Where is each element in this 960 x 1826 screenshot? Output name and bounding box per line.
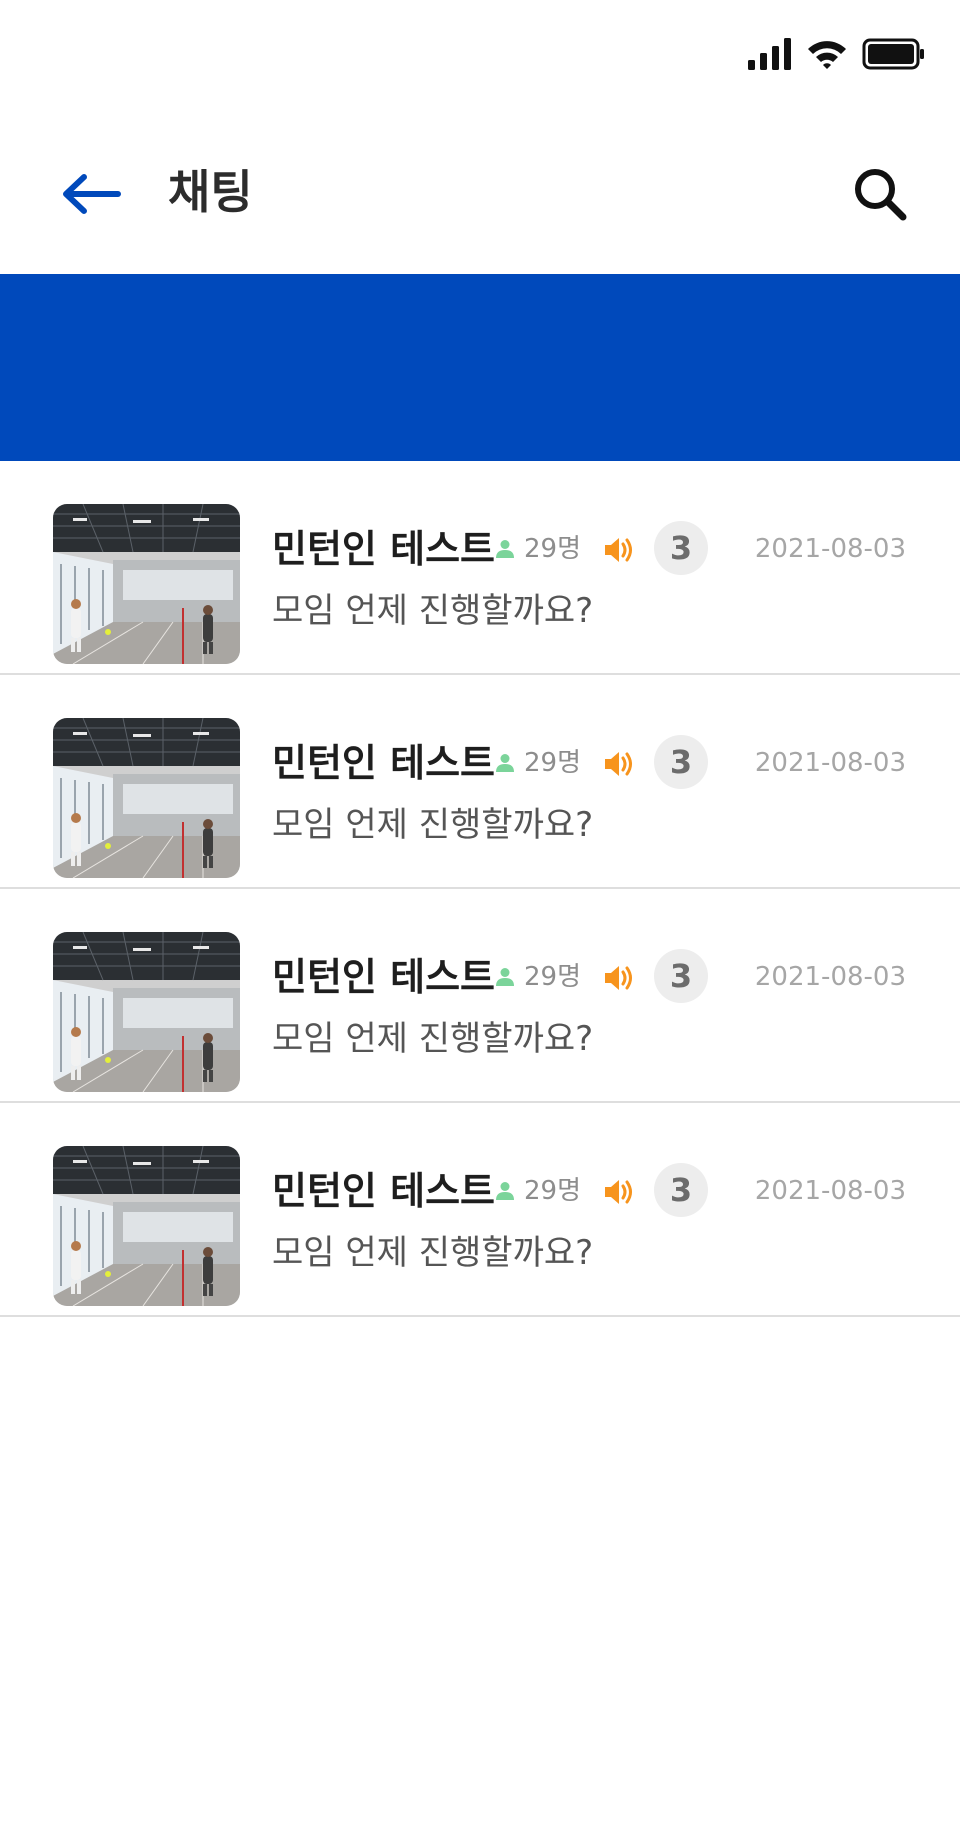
chat-room-item[interactable]: 민턴인 테스트 29명 3 2021-08-03 모임 언제 진행할까요? [0,1103,960,1317]
unread-badge: 3 [654,735,708,789]
member-info: 29명 [494,745,581,781]
back-button[interactable] [56,166,126,222]
member-info: 29명 [494,531,581,567]
room-name: 민턴인 테스트 [272,741,495,785]
room-thumbnail [53,932,240,1092]
search-icon [855,169,907,221]
room-thumbnail [53,504,240,664]
wifi-icon [808,41,846,69]
chat-date: 2021-08-03 [754,1176,906,1206]
banner [0,274,960,461]
unread-badge: 3 [654,1163,708,1217]
status-icons [748,38,926,70]
chat-room-item[interactable]: 민턴인 테스트 29명 3 2021-08-03 모임 언제 진행할까요? [0,889,960,1103]
chat-room-item[interactable]: 민턴인 테스트 29명 3 2021-08-03 모임 언제 진행할까요? [0,461,960,675]
speaker-icon [605,966,632,990]
unread-badge: 3 [654,949,708,1003]
battery-icon [862,38,924,70]
room-thumbnail [53,1146,240,1306]
person-icon [496,1182,514,1200]
last-message: 모임 언제 진행할까요? [272,591,594,631]
status-bar [0,0,960,112]
last-message: 모임 언제 진행할까요? [272,1019,594,1059]
chat-date: 2021-08-03 [754,962,906,992]
member-count: 29명 [524,962,582,992]
chat-list: 민턴인 테스트 29명 3 2021-08-03 모임 언제 진행할까요? 민턴… [0,461,960,1317]
app-header: 채팅 [0,130,960,260]
chat-list-screen: 채팅 민턴인 테스트 29명 3 2021-08-03 모임 언제 진행할까요?… [0,0,960,1826]
room-thumbnail [53,718,240,878]
search-button[interactable] [848,162,912,226]
member-count: 29명 [524,748,582,778]
chat-room-item[interactable]: 민턴인 테스트 29명 3 2021-08-03 모임 언제 진행할까요? [0,675,960,889]
person-icon [496,540,514,558]
signal-icon [748,38,791,70]
room-name: 민턴인 테스트 [272,955,495,999]
room-name: 민턴인 테스트 [272,1169,495,1213]
speaker-icon [605,1180,632,1204]
speaker-icon [605,752,632,776]
person-icon [496,754,514,772]
member-count: 29명 [524,534,582,564]
last-message: 모임 언제 진행할까요? [272,805,594,845]
chat-date: 2021-08-03 [754,748,906,778]
arrow-left-icon [63,174,121,214]
speaker-icon [605,538,632,562]
member-info: 29명 [494,1173,581,1209]
last-message: 모임 언제 진행할까요? [272,1233,594,1273]
page-title: 채팅 [168,165,253,219]
room-name: 민턴인 테스트 [272,527,495,571]
unread-badge: 3 [654,521,708,575]
chat-date: 2021-08-03 [754,534,906,564]
member-count: 29명 [524,1176,582,1206]
member-info: 29명 [494,959,581,995]
person-icon [496,968,514,986]
